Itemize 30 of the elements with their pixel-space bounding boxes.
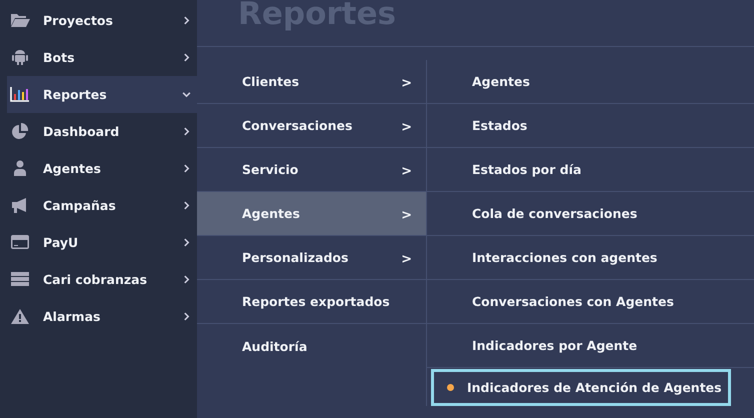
pie-chart-icon — [10, 123, 30, 139]
sidebar-item[interactable]: Campañas — [7, 187, 197, 224]
sidebar-item[interactable]: Proyectos — [7, 2, 197, 39]
report-item[interactable]: Estados por día — [427, 148, 754, 192]
sidebar-item[interactable]: PayU — [7, 224, 197, 261]
sidebar-item[interactable]: Alarmas — [7, 298, 197, 335]
report-item[interactable]: Conversaciones con Agentes — [427, 280, 754, 324]
sidebar-item[interactable]: Agentes — [7, 150, 197, 187]
credit-card-icon — [10, 234, 30, 250]
report-item[interactable]: Agentes — [427, 60, 754, 104]
sidebar-item[interactable]: Bots — [7, 39, 197, 76]
folder-icon — [10, 12, 30, 28]
sidebar-item[interactable]: Reportes — [7, 76, 197, 113]
report-item[interactable]: Estados — [427, 104, 754, 148]
category-item[interactable]: Clientes > — [197, 60, 426, 104]
report-item[interactable]: Interacciones con agentes — [427, 236, 754, 280]
report-item[interactable]: Indicadores de Atención de Agentes — [431, 369, 731, 406]
category-item[interactable]: Personalizados > — [197, 236, 426, 280]
report-item[interactable]: Indicadores por Agente — [427, 324, 754, 368]
sidebar-item[interactable]: Cari cobranzas — [7, 261, 197, 298]
warning-icon — [10, 308, 30, 324]
sidebar-item[interactable]: Dashboard — [7, 113, 197, 150]
robot-icon — [10, 49, 30, 65]
report-item[interactable]: Cola de conversaciones — [427, 192, 754, 236]
category-item[interactable]: Reportes exportados — [197, 280, 426, 324]
category-item[interactable]: Auditoría — [197, 324, 426, 368]
bar-chart-icon — [10, 86, 30, 102]
server-icon — [10, 271, 30, 287]
category-item[interactable]: Conversaciones > — [197, 104, 426, 148]
category-item[interactable]: Agentes > — [197, 192, 426, 236]
